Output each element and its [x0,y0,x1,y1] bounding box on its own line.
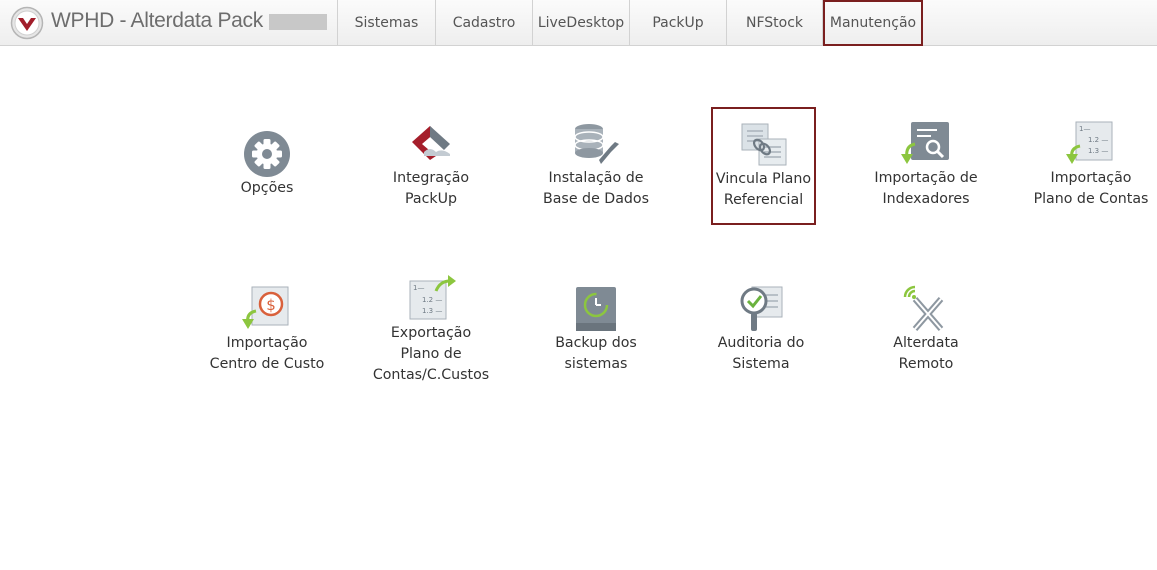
import-list-icon: 1— 1.2 — 1.3 — [1066,121,1113,164]
svg-text:1—: 1— [1079,125,1090,133]
packup-integration-icon [412,126,450,160]
tool-alterdata-remoto[interactable]: Alterdata Remoto [861,285,991,375]
tab-livedesktop[interactable]: LiveDesktop [533,0,630,46]
top-menu-bar: WPHD - Alterdata Pack Sistemas Cadastro … [0,0,1157,46]
svg-text:1.2 —: 1.2 — [1088,136,1108,144]
tool-importacao-centro-custo[interactable]: $ Importação Centro de Custo [202,285,332,375]
tool-label-line3: Contas/C.Custos [372,367,490,383]
tool-importacao-plano-contas[interactable]: 1— 1.2 — 1.3 — Importação Plano de Contas [1026,120,1156,210]
tool-label-line2: Base de Dados [543,191,649,207]
tool-exportacao-plano-contas[interactable]: 1— 1.2 — 1.3 — Exportação Plano de Contas/… [366,275,496,386]
tool-label-line1: Backup dos [555,335,637,351]
tool-label-line1: Vincula Plano [715,171,812,187]
audit-magnifier-icon [740,286,783,331]
gear-icon [244,131,290,177]
redacted-block [269,14,327,30]
tool-instalacao-base[interactable]: Instalação de Base de Dados [531,120,661,210]
backup-clock-icon [576,287,616,331]
tool-label-line2: PackUp [404,191,458,207]
tab-manutencao[interactable]: Manutenção [823,0,923,46]
brand-area: WPHD - Alterdata Pack [0,0,338,46]
app-title: WPHD - Alterdata Pack [51,9,263,32]
svg-text:1.3 —: 1.3 — [422,307,442,315]
tool-label-line1: Importação [226,335,308,351]
svg-text:1—: 1— [413,284,424,292]
tool-label-line1: Importação [1050,170,1132,186]
database-wrench-icon [574,124,619,164]
linked-documents-icon [741,123,786,166]
tool-label-line2: Centro de Custo [209,356,325,372]
svg-text:$: $ [266,296,276,314]
tab-sistemas[interactable]: Sistemas [338,0,436,46]
remote-access-icon [903,285,944,331]
tool-label-line2: Remoto [898,356,954,372]
tool-label-line1: Instalação de [548,170,644,186]
tool-label-line1: Importação de [874,170,978,186]
tab-packup[interactable]: PackUp [630,0,727,46]
tool-label-line2: Plano de Contas [1033,191,1149,207]
svg-text:1.3 —: 1.3 — [1088,147,1108,155]
tool-label-line1: Integração [392,170,470,186]
tool-label-line1: Alterdata [893,335,959,351]
alterdata-logo-icon [10,6,44,40]
tool-integracao-packup[interactable]: Integração PackUp [366,120,496,210]
tool-backup-sistemas[interactable]: Backup dos sistemas [531,285,661,375]
tool-label-line1: Auditoria do [717,335,805,351]
svg-text:1.2 —: 1.2 — [422,296,442,304]
tool-label-line2: Indexadores [882,191,970,207]
tab-cadastro[interactable]: Cadastro [436,0,533,46]
tool-label-line2: Referencial [723,192,804,208]
tool-importacao-indexadores[interactable]: Importação de Indexadores [861,120,991,210]
tab-nfstock[interactable]: NFStock [727,0,823,46]
tool-auditoria-sistema[interactable]: Auditoria do Sistema [696,285,826,375]
tool-label-line2: Plano de [400,346,462,362]
tool-label-line2: Sistema [732,356,790,372]
tool-opcoes[interactable]: Opções [202,130,332,199]
export-list-icon: 1— 1.2 — 1.3 — [409,275,456,320]
tool-label-line2: sistemas [564,356,628,372]
import-search-icon [901,122,949,164]
tool-label-line1: Exportação [390,325,472,341]
tool-label: Opções [240,180,294,196]
tool-vincula-plano-referencial[interactable]: Vincula Plano Referencial [711,107,816,225]
import-cost-center-icon: $ [242,286,289,329]
